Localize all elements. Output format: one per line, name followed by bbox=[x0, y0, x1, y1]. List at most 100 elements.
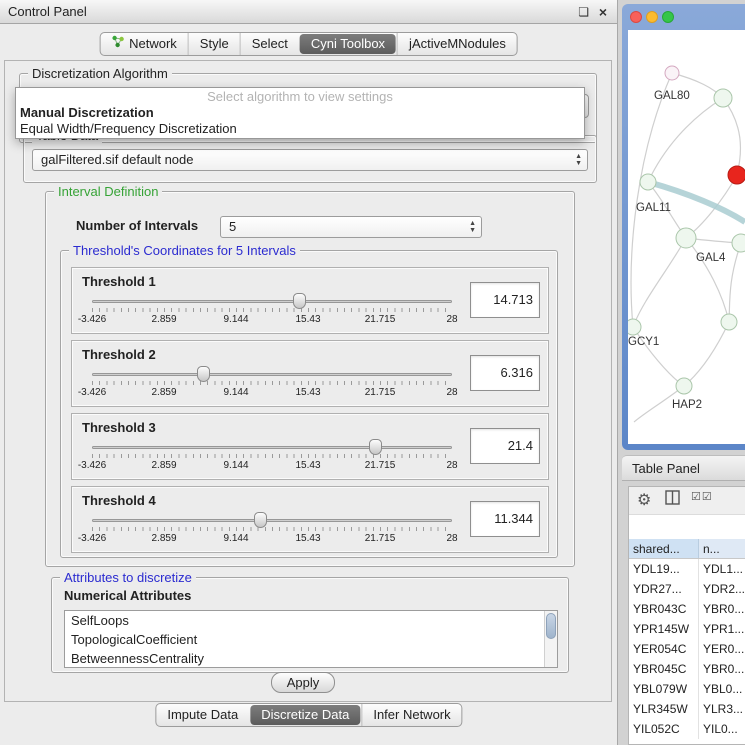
threshold-3-slider[interactable]: -3.426 2.859 9.144 15.43 21.715 28 bbox=[92, 438, 452, 478]
tab-network[interactable]: Network bbox=[100, 33, 188, 55]
slider-track[interactable] bbox=[92, 446, 452, 449]
tab-style-label: Style bbox=[200, 33, 229, 55]
slider-track[interactable] bbox=[92, 300, 452, 303]
table-row[interactable]: YPR145W YPR1... bbox=[629, 619, 745, 639]
cell[interactable]: YIL052C bbox=[629, 719, 699, 739]
popup-item-equal-width[interactable]: Equal Width/Frequency Discretization bbox=[16, 121, 584, 137]
cell[interactable]: YPR145W bbox=[629, 619, 699, 639]
threshold-2-panel: Threshold 2 -3.426 2.859 9.144 15.43 21.… bbox=[71, 340, 549, 407]
slider-thumb[interactable] bbox=[197, 366, 210, 382]
tick-label: 15.43 bbox=[295, 533, 320, 544]
gear-icon[interactable]: ⚙ bbox=[637, 490, 651, 510]
cell[interactable]: YBR045C bbox=[629, 659, 699, 679]
tab-cyni-toolbox[interactable]: Cyni Toolbox bbox=[300, 34, 396, 54]
table-row[interactable]: YBR045C YBR0... bbox=[629, 659, 745, 679]
column-header-name[interactable]: n... bbox=[699, 539, 745, 558]
node[interactable] bbox=[732, 234, 745, 252]
control-panel-window: Control Panel ❏ × Network Style Select C… bbox=[0, 0, 618, 745]
cell[interactable]: YDL19... bbox=[629, 559, 699, 579]
slider-thumb[interactable] bbox=[369, 439, 382, 455]
cell[interactable]: YDL1... bbox=[699, 559, 745, 579]
node-hap2[interactable] bbox=[676, 378, 692, 394]
table-row[interactable]: YDR27... YDR2... bbox=[629, 579, 745, 599]
float-window-icon[interactable]: ❏ bbox=[578, 0, 589, 24]
column-header-shared[interactable]: shared... bbox=[629, 539, 699, 558]
node-gcy1[interactable] bbox=[628, 319, 641, 335]
table-row[interactable]: YDL19... YDL1... bbox=[629, 559, 745, 579]
threshold-1-slider[interactable]: -3.426 2.859 9.144 15.43 21.715 28 bbox=[92, 292, 452, 332]
apply-button[interactable]: Apply bbox=[271, 672, 335, 693]
algorithm-dropdown-popup: Select algorithm to view settings Manual… bbox=[15, 87, 585, 139]
numerical-attributes-list: SelfLoops TopologicalCoefficient Between… bbox=[64, 610, 558, 668]
tab-style[interactable]: Style bbox=[188, 33, 240, 55]
table-row[interactable]: YLR345W YLR3... bbox=[629, 699, 745, 719]
node-selected-red[interactable] bbox=[728, 166, 745, 184]
threshold-4-value-field[interactable]: 11.344 bbox=[470, 501, 540, 537]
table-row[interactable]: YBL079W YBL0... bbox=[629, 679, 745, 699]
tick-label: 9.144 bbox=[223, 533, 248, 544]
node-gal80[interactable] bbox=[665, 66, 679, 80]
tick-label: 15.43 bbox=[295, 387, 320, 398]
threshold-3-value-field[interactable]: 21.4 bbox=[470, 428, 540, 464]
cell[interactable]: YBL079W bbox=[629, 679, 699, 699]
tab-discretize-data[interactable]: Discretize Data bbox=[250, 705, 360, 725]
tab-select[interactable]: Select bbox=[240, 33, 299, 55]
threshold-1-value-field[interactable]: 14.713 bbox=[470, 282, 540, 318]
slider-track[interactable] bbox=[92, 519, 452, 522]
slider-thumb[interactable] bbox=[293, 293, 306, 309]
table-toolbar: ⚙ ☑☑ bbox=[629, 487, 745, 515]
table-data-combobox[interactable]: galFiltered.sif default node ▲▼ bbox=[32, 149, 588, 171]
node[interactable] bbox=[714, 89, 732, 107]
list-item-selfloops[interactable]: SelfLoops bbox=[65, 611, 557, 630]
columns-icon[interactable] bbox=[665, 490, 680, 508]
window-title: Control Panel bbox=[8, 0, 87, 24]
threshold-2-slider[interactable]: -3.426 2.859 9.144 15.43 21.715 28 bbox=[92, 365, 452, 405]
mac-minimize-button[interactable] bbox=[646, 11, 658, 23]
table-data-combobox-value: galFiltered.sif default node bbox=[41, 152, 193, 167]
tab-cyni-toolbox-label: Cyni Toolbox bbox=[311, 34, 385, 54]
tab-impute-data[interactable]: Impute Data bbox=[156, 704, 249, 726]
node-gal4[interactable] bbox=[676, 228, 696, 248]
close-window-icon[interactable]: × bbox=[599, 0, 607, 24]
cell[interactable]: YBR0... bbox=[699, 599, 745, 619]
cell[interactable]: YLR345W bbox=[629, 699, 699, 719]
table-row[interactable]: YBR043C YBR0... bbox=[629, 599, 745, 619]
tick-label: 21.715 bbox=[365, 460, 396, 471]
cell[interactable]: YBR043C bbox=[629, 599, 699, 619]
list-item-topologicalcoefficient[interactable]: TopologicalCoefficient bbox=[65, 630, 557, 649]
popup-item-manual-discretization[interactable]: Manual Discretization bbox=[16, 105, 584, 121]
node[interactable] bbox=[721, 314, 737, 330]
network-graph: GAL80 GAL11 GAL4 GCY1 HAP2 bbox=[628, 30, 745, 444]
cell[interactable]: YBL0... bbox=[699, 679, 745, 699]
table-row[interactable]: YIL052C YIL0... bbox=[629, 719, 745, 739]
cell[interactable]: YIL0... bbox=[699, 719, 745, 739]
mac-zoom-button[interactable] bbox=[662, 11, 674, 23]
thresholds-coordinates-group: Threshold's Coordinates for 5 Intervals … bbox=[60, 250, 558, 558]
cell[interactable]: YDR2... bbox=[699, 579, 745, 599]
number-of-intervals-value: 5 bbox=[229, 219, 236, 234]
threshold-2-value-field[interactable]: 6.316 bbox=[470, 355, 540, 391]
tab-discretize-data-label: Discretize Data bbox=[261, 705, 349, 725]
cell[interactable]: YPR1... bbox=[699, 619, 745, 639]
slider-thumb[interactable] bbox=[254, 512, 267, 528]
list-scrollbar-thumb[interactable] bbox=[546, 613, 556, 639]
list-scrollbar[interactable] bbox=[544, 611, 557, 667]
cell[interactable]: YER054C bbox=[629, 639, 699, 659]
list-item-betweennesscentrality[interactable]: BetweennessCentrality bbox=[65, 649, 557, 668]
tab-infer-network[interactable]: Infer Network bbox=[361, 704, 461, 726]
threshold-2-label: Threshold 2 bbox=[82, 347, 156, 362]
cell[interactable]: YLR3... bbox=[699, 699, 745, 719]
tab-jactivemnodules[interactable]: jActiveMNodules bbox=[397, 33, 517, 55]
table-row[interactable]: YER054C YER0... bbox=[629, 639, 745, 659]
threshold-4-slider[interactable]: -3.426 2.859 9.144 15.43 21.715 28 bbox=[92, 511, 452, 551]
cell[interactable]: YBR0... bbox=[699, 659, 745, 679]
slider-track[interactable] bbox=[92, 373, 452, 376]
cell[interactable]: YER0... bbox=[699, 639, 745, 659]
node-gal11[interactable] bbox=[640, 174, 656, 190]
slider-ticks bbox=[92, 381, 452, 385]
select-columns-icon[interactable]: ☑☑ bbox=[691, 490, 713, 503]
number-of-intervals-combobox[interactable]: 5 ▲▼ bbox=[220, 216, 482, 238]
cell[interactable]: YDR27... bbox=[629, 579, 699, 599]
network-canvas[interactable]: GAL80 GAL11 GAL4 GCY1 HAP2 bbox=[628, 30, 745, 444]
mac-close-button[interactable] bbox=[630, 11, 642, 23]
